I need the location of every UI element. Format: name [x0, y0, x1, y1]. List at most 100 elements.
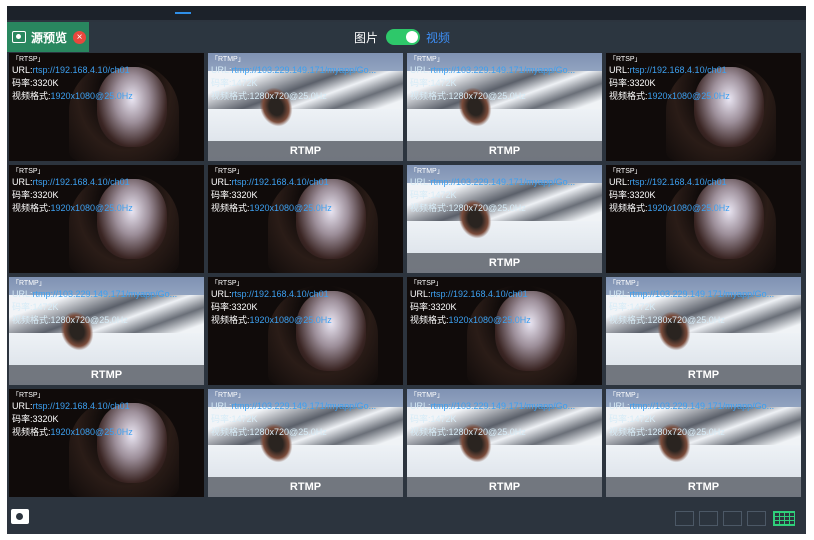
protocol-tag: 「RTMP」	[211, 56, 245, 63]
format-prefix: 视频格式:	[211, 427, 250, 437]
source-preview-window: 源预览 × 图片 视频 「RTSP」 URL:rtsp://192.168.4.1…	[7, 6, 806, 534]
format-value: 1920x1080@25.0Hz	[647, 203, 730, 213]
protocol-tag: 「RTSP」	[410, 280, 443, 287]
stream-info: 「RTMP」 URL:rtmp://103.229.149.171/myapp/G…	[12, 279, 177, 327]
url-prefix: URL:	[410, 65, 431, 75]
stream-info: 「RTMP」 URL:rtmp://103.229.149.171/myapp/G…	[211, 391, 376, 439]
active-tab-indicator[interactable]	[175, 12, 191, 14]
url-prefix: URL:	[410, 289, 431, 299]
stream-info: 「RTSP」 URL:rtsp://192.168.4.10/ch01 码率:332…	[211, 167, 332, 215]
stream-url: URL:rtmp://103.229.149.171/myapp/Go...	[410, 400, 575, 413]
layout-2x2-icon[interactable]	[723, 511, 742, 526]
format-prefix: 视频格式:	[211, 315, 250, 325]
format-value: 1280x720@25.0Hz	[448, 427, 526, 437]
stream-format: 视频格式:1920x1080@25.0Hz	[609, 90, 730, 103]
stream-info: 「RTSP」 URL:rtsp://192.168.4.10/ch01 码率:332…	[12, 167, 133, 215]
format-prefix: 视频格式:	[410, 315, 449, 325]
url-prefix: URL:	[12, 177, 33, 187]
format-prefix: 视频格式:	[609, 315, 648, 325]
mode-toggle[interactable]	[386, 29, 421, 45]
stream-tile[interactable]: 「RTMP」 URL:rtmp://103.229.149.171/myapp/G…	[208, 389, 403, 497]
format-prefix: 视频格式:	[410, 91, 449, 101]
url-value: rtmp://103.229.149.171/myapp/Go...	[231, 65, 377, 75]
protocol-caption: RTMP	[606, 477, 801, 497]
url-value: rtmp://103.229.149.171/myapp/Go...	[629, 289, 775, 299]
url-prefix: URL:	[211, 65, 232, 75]
stream-tile[interactable]: 「RTSP」 URL:rtsp://192.168.4.10/ch01 码率:332…	[407, 277, 602, 385]
stream-tile[interactable]: 「RTMP」 URL:rtmp://103.229.149.171/myapp/G…	[9, 277, 204, 385]
stream-tile[interactable]: 「RTSP」 URL:rtsp://192.168.4.10/ch01 码率:332…	[606, 165, 801, 273]
stream-info: 「RTSP」 URL:rtsp://192.168.4.10/ch01 码率:332…	[410, 279, 531, 327]
stream-tile[interactable]: 「RTSP」 URL:rtsp://192.168.4.10/ch01 码率:332…	[208, 165, 403, 273]
stream-info: 「RTSP」 URL:rtsp://192.168.4.10/ch01 码率:332…	[211, 279, 332, 327]
stream-format: 视频格式:1280x720@25.0Hz	[410, 426, 575, 439]
protocol-caption: RTMP	[407, 141, 602, 161]
stream-tile[interactable]: 「RTSP」 URL:rtsp://192.168.4.10/ch01 码率:332…	[208, 277, 403, 385]
format-prefix: 视频格式:	[609, 91, 648, 101]
format-prefix: 视频格式:	[211, 91, 250, 101]
stream-bitrate: 码率:1472K	[410, 78, 457, 88]
stream-url: URL:rtsp://192.168.4.10/ch01	[211, 176, 332, 189]
layout-3x3-icon[interactable]	[747, 511, 766, 526]
stream-bitrate: 码率:3320K	[211, 302, 258, 312]
stream-format: 视频格式:1920x1080@25.0Hz	[211, 314, 332, 327]
top-tab-strip	[7, 6, 806, 20]
mode-picture-label[interactable]: 图片	[354, 29, 378, 46]
url-prefix: URL:	[609, 289, 630, 299]
stream-info: 「RTMP」 URL:rtmp://103.229.149.171/myapp/G…	[410, 167, 575, 215]
stream-url: URL:rtmp://103.229.149.171/myapp/Go...	[211, 64, 376, 77]
url-value: rtmp://103.229.149.171/myapp/Go...	[430, 401, 576, 411]
protocol-caption: RTMP	[407, 477, 602, 497]
stream-info: 「RTMP」 URL:rtmp://103.229.149.171/myapp/G…	[211, 55, 376, 103]
url-value: rtsp://192.168.4.10/ch01	[231, 177, 329, 187]
stream-tile[interactable]: 「RTMP」 URL:rtmp://103.229.149.171/myapp/G…	[407, 389, 602, 497]
stream-format: 视频格式:1920x1080@25.0Hz	[12, 426, 133, 439]
layout-1x1-icon[interactable]	[675, 511, 694, 526]
stream-tile[interactable]: 「RTMP」 URL:rtmp://103.229.149.171/myapp/G…	[606, 277, 801, 385]
format-value: 1280x720@25.0Hz	[249, 91, 327, 101]
format-value: 1920x1080@25.0Hz	[50, 91, 133, 101]
stream-bitrate: 码率:3320K	[609, 190, 656, 200]
url-value: rtmp://103.229.149.171/myapp/Go...	[430, 65, 576, 75]
url-value: rtmp://103.229.149.171/myapp/Go...	[231, 401, 377, 411]
mode-switch: 图片 视频	[354, 22, 450, 52]
stream-url: URL:rtsp://192.168.4.10/ch01	[12, 64, 133, 77]
stream-info: 「RTSP」 URL:rtsp://192.168.4.10/ch01 码率:332…	[12, 55, 133, 103]
stream-tile[interactable]: 「RTSP」 URL:rtsp://192.168.4.10/ch01 码率:332…	[9, 53, 204, 161]
format-prefix: 视频格式:	[12, 427, 51, 437]
stream-bitrate: 码率:3320K	[609, 78, 656, 88]
format-value: 1280x720@25.0Hz	[448, 91, 526, 101]
stream-tile[interactable]: 「RTMP」 URL:rtmp://103.229.149.171/myapp/G…	[606, 389, 801, 497]
source-preview-button[interactable]: 源预览 ×	[7, 22, 89, 52]
stream-info: 「RTMP」 URL:rtmp://103.229.149.171/myapp/G…	[410, 391, 575, 439]
format-value: 1920x1080@25.0Hz	[50, 203, 133, 213]
stream-format: 视频格式:1920x1080@25.0Hz	[410, 314, 531, 327]
stream-url: URL:rtsp://192.168.4.10/ch01	[12, 400, 133, 413]
format-prefix: 视频格式:	[410, 427, 449, 437]
stream-info: 「RTSP」 URL:rtsp://192.168.4.10/ch01 码率:332…	[609, 55, 730, 103]
url-value: rtmp://103.229.149.171/myapp/Go...	[430, 177, 576, 187]
stream-tile[interactable]: 「RTSP」 URL:rtsp://192.168.4.10/ch01 码率:332…	[606, 53, 801, 161]
stream-format: 视频格式:1920x1080@25.0Hz	[609, 202, 730, 215]
mode-video-label[interactable]: 视频	[426, 29, 450, 46]
stream-url: URL:rtsp://192.168.4.10/ch01	[609, 64, 730, 77]
format-prefix: 视频格式:	[609, 203, 648, 213]
stream-tile[interactable]: 「RTSP」 URL:rtsp://192.168.4.10/ch01 码率:332…	[9, 165, 204, 273]
stream-bitrate: 码率:3320K	[12, 78, 59, 88]
stream-tile[interactable]: 「RTMP」 URL:rtmp://103.229.149.171/myapp/G…	[407, 165, 602, 273]
close-icon[interactable]: ×	[73, 30, 87, 44]
format-prefix: 视频格式:	[211, 203, 250, 213]
eye-icon	[12, 31, 26, 43]
stream-tile[interactable]: 「RTMP」 URL:rtmp://103.229.149.171/myapp/G…	[407, 53, 602, 161]
layout-4x4-icon[interactable]	[773, 511, 795, 526]
preview-eye-icon[interactable]	[11, 509, 29, 524]
source-preview-label: 源预览	[31, 30, 68, 45]
format-prefix: 视频格式:	[12, 203, 51, 213]
stream-tile[interactable]: 「RTSP」 URL:rtsp://192.168.4.10/ch01 码率:332…	[9, 389, 204, 497]
format-prefix: 视频格式:	[12, 315, 51, 325]
stream-tile[interactable]: 「RTMP」 URL:rtmp://103.229.149.171/myapp/G…	[208, 53, 403, 161]
stream-format: 视频格式:1280x720@25.0Hz	[12, 314, 177, 327]
protocol-caption: RTMP	[208, 141, 403, 161]
preview-header: 源预览 × 图片 视频	[7, 22, 806, 52]
layout-1x2-icon[interactable]	[699, 511, 718, 526]
